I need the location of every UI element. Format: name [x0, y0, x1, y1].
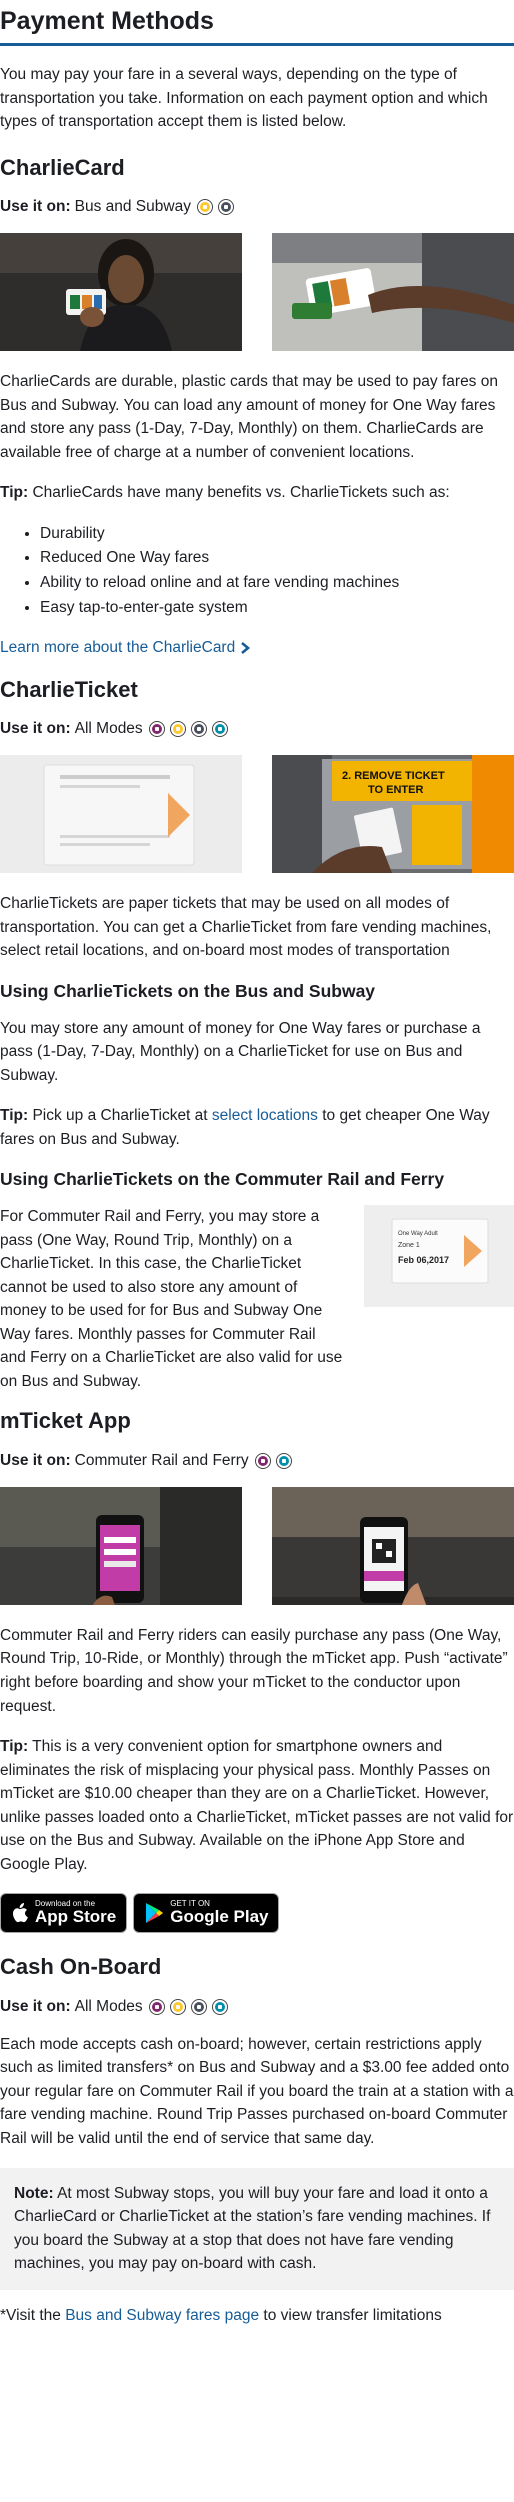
list-item: Easy tap-to-enter-gate system	[40, 596, 514, 620]
list-item: Durability	[40, 522, 514, 546]
commuter-rail-icon	[149, 1999, 164, 2014]
cash-note-text: At most Subway stops, you will buy your …	[14, 2184, 491, 2273]
subway-icon	[191, 1999, 206, 2014]
cash-description: Each mode accepts cash on-board; however…	[0, 2035, 514, 2148]
mticket-photos	[0, 1486, 514, 1605]
bus-icon	[170, 1999, 185, 2014]
use-it-label: Use it on:	[0, 198, 71, 216]
ferry-icon	[212, 1999, 227, 2014]
commuter-rail-icon	[255, 1453, 270, 1468]
charliecard-tip-text: CharlieCards have many benefits vs. Char…	[32, 484, 450, 502]
note-label: Note:	[14, 2184, 54, 2202]
google-play-big-text: Google Play	[170, 1906, 269, 1926]
apple-icon	[13, 1903, 28, 1923]
mticket-use-it: Use it on: Commuter Rail and Ferry	[0, 1449, 514, 1473]
transfer-footnote: *Visit the Bus and Subway fares page to …	[0, 2304, 514, 2328]
svg-text:TO ENTER: TO ENTER	[368, 784, 423, 796]
bus-icon	[197, 200, 212, 215]
tip-label: Tip:	[0, 1107, 29, 1125]
charliecard-photos	[0, 233, 514, 352]
rail-ferry-text: For Commuter Rail and Ferry, you may sto…	[0, 1207, 343, 1390]
ferry-icon	[276, 1453, 291, 1468]
bus-subway-text: You may store any amount of money for On…	[0, 1019, 481, 1084]
ferry-icon	[212, 722, 227, 737]
phone-mticket-display-photo	[272, 1486, 514, 1605]
charlieticket-use-it: Use it on: All Modes	[0, 717, 514, 741]
payment-methods-page: Payment Methods You may pay your fare in…	[0, 0, 514, 2337]
charlieticket-gate-photo: 2. REMOVE TICKET TO ENTER	[272, 755, 514, 874]
mticket-tip: Tip: This is a very convenient option fo…	[0, 1735, 514, 1876]
charliecard-title: CharlieCard	[0, 154, 125, 180]
charlieticket-modes: All Modes	[74, 720, 143, 738]
charliecard-section: CharlieCard Use it on: Bus and Subway Ch…	[0, 154, 514, 660]
charlieticket-title: CharlieTicket	[0, 676, 138, 702]
use-it-label: Use it on:	[0, 720, 71, 738]
tip-label: Tip:	[0, 1738, 29, 1756]
rail-ferry-block: For Commuter Rail and Ferry, you may sto…	[0, 1204, 514, 1393]
app-store-big-text: App Store	[35, 1906, 117, 1926]
bus-subway-fares-link[interactable]: Bus and Subway fares page	[65, 2307, 259, 2324]
ticket-line-3: Feb 06,2017	[398, 1255, 449, 1265]
charlieticket-description: CharlieTickets are paper tickets that ma…	[0, 895, 492, 960]
footnote-after: to view transfer limitations	[263, 2306, 442, 2324]
app-store-button[interactable]: Download on the App Store	[0, 1893, 128, 1934]
svg-text:2. REMOVE TICKET: 2. REMOVE TICKET	[342, 770, 445, 782]
bus-subway-tip-before: Pick up a CharlieTicket at	[32, 1107, 208, 1125]
commuter-rail-icon	[149, 722, 164, 737]
charliecard-tap-photo	[272, 233, 514, 352]
intro-text: You may pay your fare in a several ways,…	[0, 66, 488, 131]
app-store-buttons: Download on the App Store GET IT ON Goog…	[0, 1893, 514, 1934]
mticket-tip-text: This is a very convenient option for sma…	[0, 1738, 514, 1873]
charlieticket-front-thumbnail: One Way Adult Zone 1 Feb 06,2017	[364, 1204, 514, 1307]
ticket-line-2: Zone 1	[398, 1242, 420, 1249]
rail-ferry-subtitle: Using CharlieTickets on the Commuter Rai…	[0, 1169, 445, 1190]
mticket-modes: Commuter Rail and Ferry	[74, 1452, 249, 1470]
subway-icon	[191, 722, 206, 737]
google-play-button[interactable]: GET IT ON Google Play	[133, 1893, 280, 1934]
ticket-line-1: One Way Adult	[398, 1231, 438, 1237]
mticket-title: mTicket App	[0, 1408, 131, 1434]
learn-more-charliecard-link[interactable]: Learn more about the CharlieCard	[0, 636, 514, 660]
footnote-before: *Visit the	[0, 2306, 61, 2324]
learn-more-link-text[interactable]: Learn more about the CharlieCard	[0, 636, 235, 660]
phone-mticket-purchase-photo	[0, 1486, 242, 1605]
mticket-section: mTicket App Use it on: Commuter Rail and…	[0, 1407, 514, 1934]
bus-subway-tip: Tip: Pick up a CharlieTicket at select l…	[0, 1104, 514, 1151]
use-it-label: Use it on:	[0, 1998, 71, 2016]
list-item: Reduced One Way fares	[40, 546, 514, 570]
chevron-right-icon	[241, 641, 251, 654]
woman-holding-charliecard-photo	[0, 233, 242, 352]
tip-label: Tip:	[0, 484, 29, 502]
cash-title: Cash On-Board	[0, 1954, 162, 1980]
charlieticket-photos: 2. REMOVE TICKET TO ENTER	[0, 755, 514, 874]
charlieticket-section: CharlieTicket Use it on: All Modes 2. RE…	[0, 676, 514, 1394]
bus-icon	[170, 722, 185, 737]
cash-onboard-section: Cash On-Board Use it on: All Modes Each …	[0, 1953, 514, 2327]
subway-icon	[218, 200, 233, 215]
select-locations-link[interactable]: select locations	[212, 1107, 318, 1124]
list-item: Ability to reload online and at fare ven…	[40, 571, 514, 595]
cash-use-it: Use it on: All Modes	[0, 1995, 514, 2019]
google-play-icon	[146, 1903, 164, 1924]
page-title: Payment Methods	[0, 0, 514, 46]
cash-note-box: Note: At most Subway stops, you will buy…	[0, 2167, 514, 2290]
bus-subway-subtitle: Using CharlieTickets on the Bus and Subw…	[0, 980, 376, 1001]
cash-modes: All Modes	[74, 1998, 143, 2016]
charliecard-description: CharlieCards are durable, plastic cards …	[0, 373, 498, 461]
mticket-description: Commuter Rail and Ferry riders can easil…	[0, 1626, 508, 1715]
charliecard-modes: Bus and Subway	[74, 198, 191, 216]
charliecard-use-it: Use it on: Bus and Subway	[0, 195, 514, 219]
charliecard-benefits-list: Durability Reduced One Way fares Ability…	[40, 522, 514, 619]
charlieticket-back-photo	[0, 755, 242, 874]
charliecard-tip: Tip: CharlieCards have many benefits vs.…	[0, 481, 514, 505]
use-it-label: Use it on:	[0, 1452, 71, 1470]
